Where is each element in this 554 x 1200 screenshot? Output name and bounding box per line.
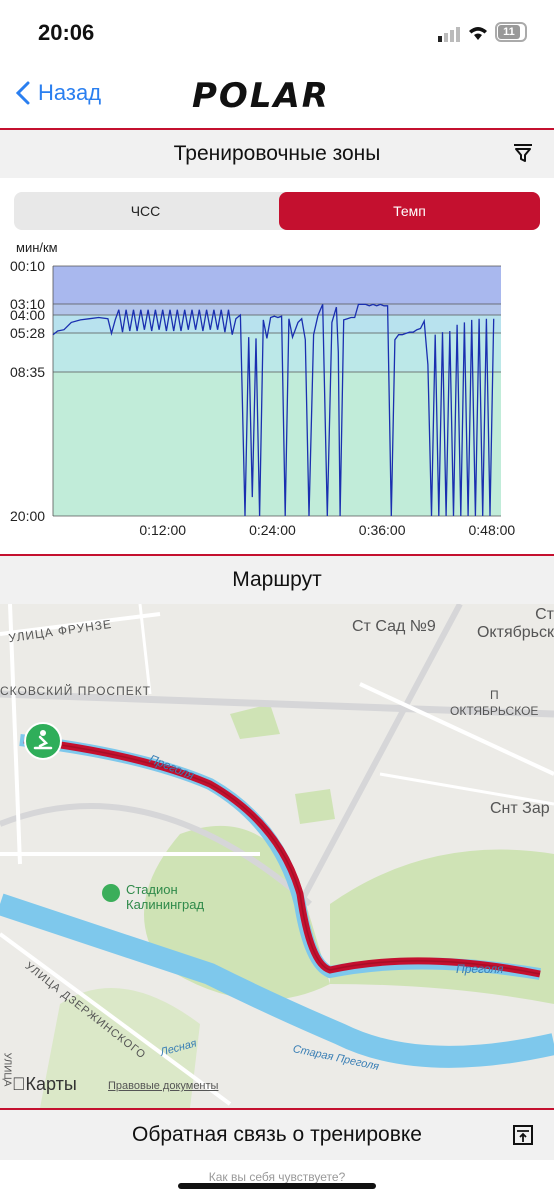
x-tick-label: 0:12:00	[139, 522, 186, 538]
polar-logo: POLAR	[192, 76, 330, 116]
expand-icon[interactable]	[512, 1124, 534, 1151]
y-tick-label: 04:00	[10, 307, 45, 323]
tab-pace[interactable]: Темп	[279, 192, 540, 230]
x-tick-label: 0:36:00	[359, 522, 406, 538]
pace-zones-chart: мин/км 00:1003:1004:0005:2808:3520:00 0:…	[10, 240, 515, 538]
map-label-ulitsa: УЛИЦА	[1, 1052, 13, 1087]
x-tick-label: 0:24:00	[249, 522, 296, 538]
y-tick-label: 20:00	[10, 508, 45, 524]
park-area	[330, 849, 554, 1004]
map-canvas	[0, 604, 554, 1108]
tab-heart-rate[interactable]: ЧСС	[14, 192, 277, 230]
route-title: Маршрут	[232, 568, 322, 591]
zone-band-0	[53, 266, 501, 304]
map-label-oktyabrskoe: Ст Октябрьск	[476, 606, 554, 641]
zones-section-header: Тренировочные зоны	[0, 130, 554, 178]
zone-type-segmented-control: ЧСС Темп	[14, 192, 540, 230]
zone-band-3	[53, 333, 501, 372]
map-label-p-oktyabrskoe: ОКТЯБРЬСКОЕ	[450, 704, 539, 718]
x-tick-label: 0:48:00	[468, 522, 515, 538]
map-label-pregolya-2: Преголя	[456, 962, 504, 976]
legal-link[interactable]: Правовые документы	[108, 1080, 218, 1092]
map-label-sad9: Ст Сад №9	[352, 618, 436, 635]
y-tick-label: 00:10	[10, 258, 45, 274]
home-indicator	[178, 1183, 376, 1189]
apple-icon: 	[12, 1074, 26, 1094]
park-area	[230, 704, 280, 739]
map-label-stadium: Стадион Калининград	[126, 882, 205, 912]
cellular-signal-icon	[438, 26, 462, 47]
route-section-header: Маршрут	[0, 556, 554, 604]
y-tick-label: 08:35	[10, 364, 45, 380]
stadium-icon[interactable]	[102, 884, 120, 902]
y-tick-label: 05:28	[10, 325, 45, 341]
battery-level: 11	[498, 25, 520, 39]
filter-icon[interactable]	[512, 142, 534, 169]
y-axis-unit: мин/км	[16, 240, 58, 255]
feedback-subtitle: Как вы себя чувствуете?	[208, 1170, 346, 1184]
map-label-snt: Снт Зар	[490, 800, 550, 817]
map-label-moskovsky: СКОВСКИЙ ПРОСПЕКТ	[0, 684, 152, 698]
back-label: Назад	[38, 80, 102, 105]
route-map[interactable]: УЛИЦА ФРУНЗЕ СКОВСКИЙ ПРОСПЕКТ Ст Сад №9…	[0, 604, 554, 1108]
apple-maps-brand: Карты	[12, 1074, 77, 1095]
chevron-left-icon	[16, 81, 30, 105]
status-bar: 20:06 11	[0, 0, 554, 62]
battery-icon: 11	[495, 22, 527, 42]
feedback-title: Обратная связь о тренировке	[132, 1123, 422, 1146]
map-label-p-letter: П	[490, 688, 499, 702]
status-time: 20:06	[38, 20, 95, 45]
back-button[interactable]: Назад	[16, 80, 101, 106]
rowing-icon	[33, 730, 53, 750]
wifi-icon	[466, 22, 490, 47]
maps-brand-label: Карты	[12, 1074, 77, 1094]
zone-band-1	[53, 304, 501, 315]
park-area	[295, 789, 335, 824]
zones-title: Тренировочные зоны	[173, 142, 381, 165]
start-marker[interactable]	[24, 722, 62, 760]
feedback-section-header[interactable]: Обратная связь о тренировке	[0, 1110, 554, 1160]
